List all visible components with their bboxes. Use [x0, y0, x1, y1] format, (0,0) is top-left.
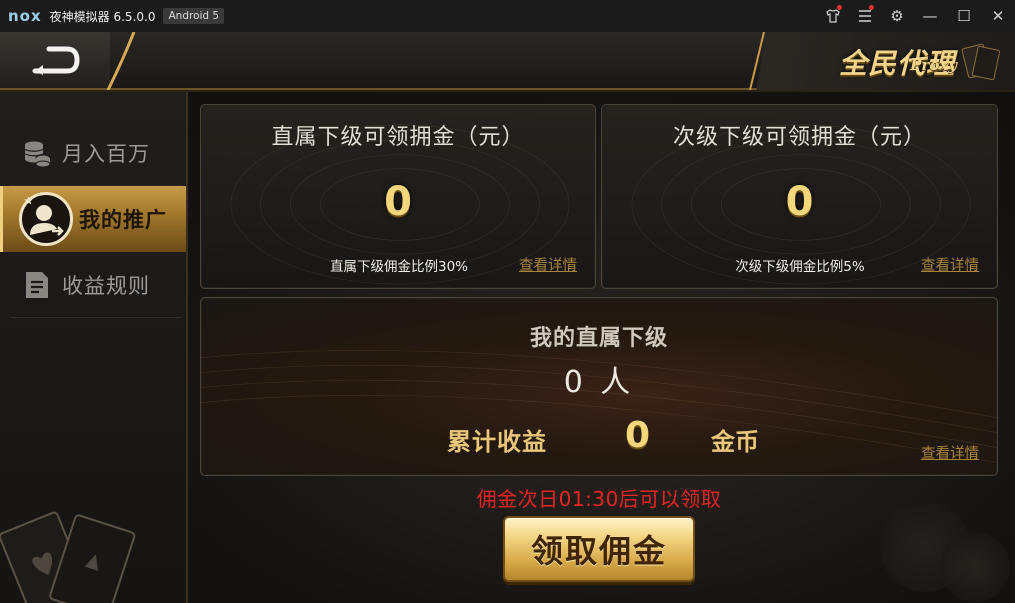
commission-amount: 0: [384, 179, 412, 225]
avatar: [19, 192, 73, 246]
sidebar-item-my-promotion[interactable]: 我的推广: [0, 186, 186, 252]
view-details-link[interactable]: 查看详情: [519, 254, 577, 275]
banner-edge-ornament: [749, 32, 765, 90]
panel-title: 直属下级可领拥金（元）: [271, 125, 525, 150]
back-arrow-icon: [32, 46, 80, 75]
sidebar-item-label: 我的推广: [79, 208, 167, 232]
shirt-icon[interactable]: [817, 0, 849, 32]
coins-icon: [24, 141, 51, 168]
game-screen: 全民代理 Proxy 月入百万 我的推广 收益规则 直属下级可领拥金（元） 0 …: [0, 32, 1015, 603]
page-header: 全民代理 Proxy: [0, 32, 1015, 92]
window-controls: ⚙ — ☐ ✕: [817, 0, 1015, 32]
sidebar-item-label: 收益规则: [62, 274, 150, 298]
background-chip: [940, 532, 1010, 602]
earnings-label: 累计收益: [447, 428, 547, 456]
minimize-icon[interactable]: —: [913, 0, 947, 32]
menu-icon[interactable]: [849, 0, 881, 32]
subordinates-panel: 我的直属下级 0 人 累计收益 0 金币 查看详情: [200, 297, 998, 476]
close-icon[interactable]: ✕: [981, 0, 1015, 32]
notification-dot: [869, 5, 874, 10]
commission-amount: 0: [785, 179, 814, 225]
banner-subtitle: Proxy: [910, 56, 957, 74]
notification-dot: [837, 5, 842, 10]
earnings-unit: 金币: [711, 428, 759, 456]
emulator-title: 夜神模拟器 6.5.0.0: [49, 9, 156, 24]
sidebar-divider: [10, 317, 182, 318]
maximize-icon[interactable]: ☐: [947, 0, 981, 32]
direct-commission-panel: 直属下级可领拥金（元） 0 直属下级佣金比例30% 查看详情: [200, 104, 596, 289]
secondary-commission-panel: 次级下级可领拥金（元） 0 次级下级佣金比例5% 查看详情: [601, 104, 998, 289]
panel-title: 我的直属下级: [529, 326, 668, 351]
panel-title: 次级下级可领拥金（元）: [672, 125, 926, 150]
claim-time-notice: 佣金次日01:30后可以领取: [476, 487, 722, 511]
document-icon: [26, 272, 48, 298]
gear-icon[interactable]: ⚙: [881, 0, 913, 32]
view-details-link[interactable]: 查看详情: [921, 254, 979, 275]
android-version-badge: Android 5: [163, 8, 225, 24]
nox-logo: nox: [8, 7, 42, 25]
sidebar-item-rules[interactable]: 收益规则: [0, 252, 186, 318]
subordinate-count: 0 人: [563, 365, 635, 400]
user-share-icon: [24, 196, 64, 236]
claim-commission-button[interactable]: 领取佣金: [503, 516, 695, 582]
playing-cards-decoration: [0, 511, 136, 603]
earnings-value: 0: [625, 415, 651, 456]
sidebar-item-label: 月入百万: [62, 142, 150, 166]
back-button[interactable]: [0, 32, 110, 88]
playing-cards-icon: [961, 43, 1001, 81]
proxy-banner: 全民代理 Proxy: [749, 32, 1015, 90]
view-details-link[interactable]: 查看详情: [921, 442, 979, 463]
sidebar-item-monthly[interactable]: 月入百万: [0, 120, 186, 186]
claim-button-label: 领取佣金: [530, 532, 667, 570]
sidebar: 月入百万 我的推广 收益规则: [0, 92, 188, 603]
emulator-title-bar: nox 夜神模拟器 6.5.0.0 Android 5 ⚙ — ☐ ✕: [0, 0, 1015, 32]
header-gold-divider: [106, 32, 136, 90]
